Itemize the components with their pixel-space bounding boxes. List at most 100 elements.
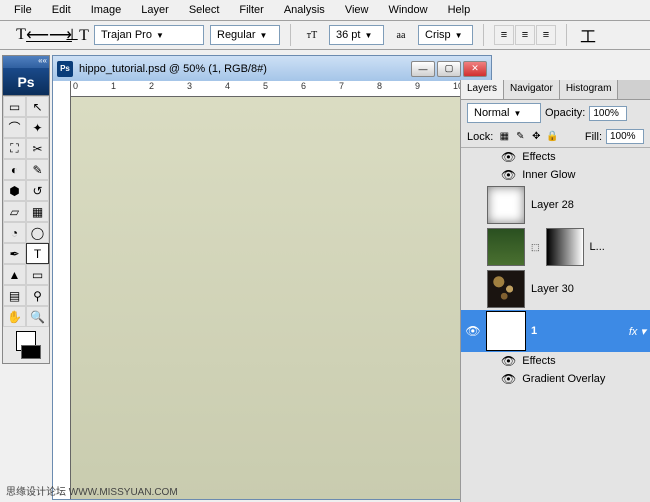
blur-tool[interactable]: ◔	[3, 222, 26, 243]
menu-window[interactable]: Window	[378, 2, 437, 18]
visibility-toggle[interactable]: 👁	[465, 324, 481, 338]
blend-mode-dropdown[interactable]: Normal ▼	[467, 103, 541, 123]
menu-analysis[interactable]: Analysis	[274, 2, 335, 18]
eyedropper-tool[interactable]: ⚲	[26, 285, 49, 306]
layers-list: 👁 Effects 👁 Inner Glow Layer 28 ⬚ L... L…	[461, 148, 650, 388]
layer-row[interactable]: Layer 30	[461, 268, 650, 310]
effects-header[interactable]: 👁 Effects	[461, 148, 650, 166]
effect-gradient-overlay[interactable]: 👁 Gradient Overlay	[461, 370, 650, 388]
dodge-tool[interactable]: ◯	[26, 222, 49, 243]
effects-header[interactable]: 👁 Effects	[461, 352, 650, 370]
antialias-value: Crisp	[425, 29, 451, 41]
align-right-button[interactable]: ≡	[536, 25, 556, 45]
horizontal-ruler[interactable]: 0 1 2 3 4 5 6 7 8 9 10	[71, 81, 491, 97]
slice-tool[interactable]: ✂	[26, 138, 49, 159]
menu-filter[interactable]: Filter	[229, 2, 273, 18]
hand-tool[interactable]: ✋	[3, 306, 26, 327]
clone-stamp-tool[interactable]: ⬢	[3, 180, 26, 201]
antialias-icon: aa	[390, 24, 412, 46]
magic-wand-tool[interactable]: ✦	[26, 117, 49, 138]
layer-name[interactable]: Layer 30	[531, 283, 574, 295]
minimize-button[interactable]: —	[411, 61, 435, 77]
separator	[566, 24, 567, 46]
antialias-dropdown[interactable]: Crisp ▼	[418, 25, 473, 45]
effect-inner-glow[interactable]: 👁 Inner Glow	[461, 166, 650, 184]
font-style-dropdown[interactable]: Regular ▼	[210, 25, 280, 45]
brush-tool[interactable]: ✎	[26, 159, 49, 180]
ruler-tick: 7	[339, 81, 344, 91]
layer-thumbnail[interactable]	[487, 312, 525, 350]
ruler-tick: 0	[73, 81, 78, 91]
lasso-tool[interactable]: ⌒	[3, 117, 26, 138]
crop-tool[interactable]: ⛶	[3, 138, 26, 159]
shape-tool[interactable]: ▭	[26, 264, 49, 285]
font-size-dropdown[interactable]: 36 pt ▼	[329, 25, 384, 45]
canvas[interactable]	[71, 97, 491, 499]
tab-layers[interactable]: Layers	[461, 80, 504, 99]
layer-row[interactable]: ⬚ L...	[461, 226, 650, 268]
gradient-tool[interactable]: ▦	[26, 201, 49, 222]
font-family-dropdown[interactable]: Trajan Pro ▼	[94, 25, 204, 45]
layer-name[interactable]: Layer 28	[531, 199, 574, 211]
visibility-icon[interactable]: 👁	[501, 150, 516, 164]
color-swatches[interactable]	[3, 327, 49, 363]
fill-field[interactable]: 100%	[606, 129, 644, 144]
visibility-icon: 👁	[465, 324, 480, 338]
text-orient-icon[interactable]: ⊥T	[66, 24, 88, 46]
tab-navigator[interactable]: Navigator	[504, 80, 560, 99]
path-selection-tool[interactable]: ▲	[3, 264, 26, 285]
zoom-tool[interactable]: 🔍	[26, 306, 49, 327]
toolbox-header[interactable]: ««	[3, 56, 49, 68]
document-window: Ps hippo_tutorial.psd @ 50% (1, RGB/8#) …	[52, 55, 492, 500]
menu-view[interactable]: View	[335, 2, 379, 18]
lock-transparency-icon[interactable]: ▦	[497, 130, 511, 144]
chevron-down-icon: ▼	[260, 31, 268, 40]
lock-pixels-icon[interactable]: ✎	[513, 130, 527, 144]
lock-all-icon[interactable]: 🔒	[545, 130, 559, 144]
chevron-down-icon: ▼	[364, 31, 372, 40]
watermark: 思缘设计论坛 WWW.MISSYUAN.COM	[6, 483, 178, 498]
tools-panel: «« Ps ▭ ↖ ⌒ ✦ ⛶ ✂ ◐ ✎ ⬢ ↺ ▱ ▦ ◔ ◯ ✒ T ▲ …	[2, 55, 50, 364]
type-tool[interactable]: T	[26, 243, 49, 264]
move-tool[interactable]: ↖	[26, 96, 49, 117]
layer-name[interactable]: L...	[590, 241, 605, 253]
layer-name[interactable]: 1	[531, 325, 537, 337]
layer-row[interactable]: Layer 28	[461, 184, 650, 226]
history-brush-tool[interactable]: ↺	[26, 180, 49, 201]
menu-layer[interactable]: Layer	[131, 2, 179, 18]
warp-text-icon[interactable]: 工	[577, 24, 599, 46]
lock-position-icon[interactable]: ✥	[529, 130, 543, 144]
orientation-icon[interactable]: ⟵⟶	[38, 24, 60, 46]
menu-select[interactable]: Select	[179, 2, 230, 18]
menu-image[interactable]: Image	[81, 2, 132, 18]
align-center-button[interactable]: ≡	[515, 25, 535, 45]
align-left-button[interactable]: ≡	[494, 25, 514, 45]
visibility-icon[interactable]: 👁	[501, 168, 516, 182]
eraser-tool[interactable]: ▱	[3, 201, 26, 222]
menu-edit[interactable]: Edit	[42, 2, 81, 18]
layer-row-selected[interactable]: 👁 1 fx ▾	[461, 310, 650, 352]
close-button[interactable]: ✕	[463, 61, 487, 77]
background-color[interactable]	[21, 345, 41, 359]
menu-file[interactable]: File	[4, 2, 42, 18]
visibility-icon[interactable]: 👁	[501, 354, 516, 368]
chevron-down-icon: ▼	[156, 31, 164, 40]
layer-thumbnail[interactable]	[487, 228, 525, 266]
notes-tool[interactable]: ▤	[3, 285, 26, 306]
opacity-field[interactable]: 100%	[589, 106, 627, 121]
healing-brush-tool[interactable]: ◐	[3, 159, 26, 180]
pen-tool[interactable]: ✒	[3, 243, 26, 264]
fx-badge[interactable]: fx ▾	[629, 325, 646, 338]
document-titlebar[interactable]: Ps hippo_tutorial.psd @ 50% (1, RGB/8#) …	[53, 56, 491, 81]
opacity-label: Opacity:	[545, 107, 585, 119]
visibility-icon[interactable]: 👁	[501, 372, 516, 386]
tab-histogram[interactable]: Histogram	[560, 80, 619, 99]
menu-help[interactable]: Help	[438, 2, 481, 18]
layer-thumbnail[interactable]	[487, 186, 525, 224]
marquee-tool[interactable]: ▭	[3, 96, 26, 117]
vertical-ruler[interactable]	[53, 81, 71, 499]
document-title: hippo_tutorial.psd @ 50% (1, RGB/8#)	[79, 63, 411, 75]
mask-thumbnail[interactable]	[546, 228, 584, 266]
layer-thumbnail[interactable]	[487, 270, 525, 308]
maximize-button[interactable]: ▢	[437, 61, 461, 77]
